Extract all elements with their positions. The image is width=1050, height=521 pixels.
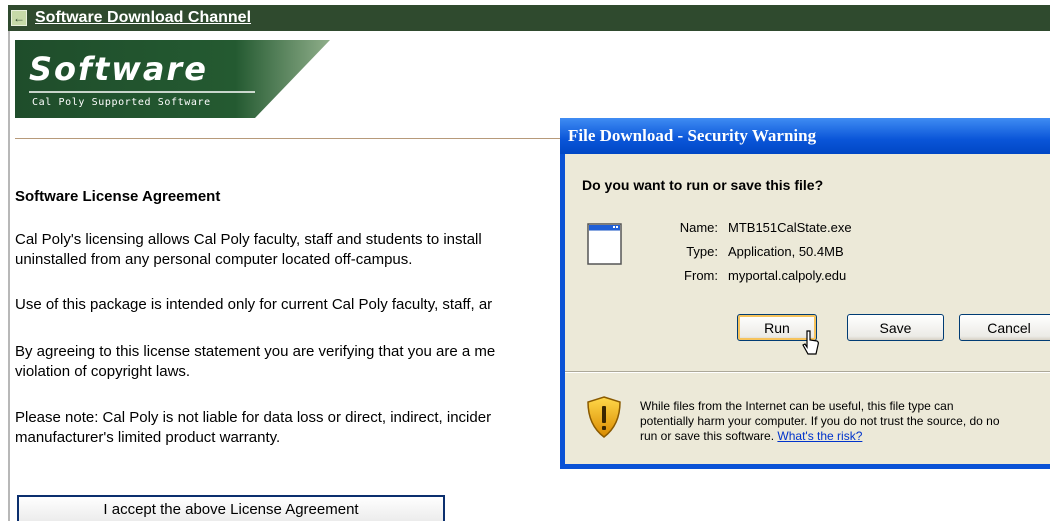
save-button[interactable]: Save [847, 314, 944, 341]
license-paragraph-3-line-2: violation of copyright laws. [15, 363, 191, 380]
license-paragraph-3-line-1: By agreeing to this license statement yo… [15, 343, 496, 360]
from-label: From: [684, 268, 718, 283]
accept-license-button[interactable]: I accept the above License Agreement [17, 495, 445, 521]
cancel-button[interactable]: Cancel [959, 314, 1050, 341]
license-paragraph-2: Use of this package is intended only for… [15, 296, 493, 313]
banner-subtitle: Cal Poly Supported Software [32, 97, 211, 108]
license-paragraph-4-line-2: manufacturer's limited product warranty. [15, 429, 281, 446]
license-paragraph-4-line-1: Please note: Cal Poly is not liable for … [15, 409, 492, 426]
license-paragraph-1: Cal Poly's licensing allows Cal Poly fac… [15, 230, 575, 270]
back-arrow-icon[interactable]: ← [11, 10, 27, 26]
software-banner: Software Cal Poly Supported Software [15, 40, 330, 118]
application-file-icon [587, 223, 622, 265]
channel-header: ← Software Download Channel [8, 5, 1050, 31]
warning-line-3: run or save this software. What's the ri… [640, 429, 1050, 444]
license-paragraph-1-line-1: Cal Poly's licensing allows Cal Poly fac… [15, 231, 482, 248]
warning-line-2: potentially harm your computer. If you d… [640, 414, 1000, 428]
left-border [8, 31, 10, 521]
type-value: Application, 50.4MB [728, 244, 844, 259]
name-label: Name: [679, 220, 718, 235]
security-shield-icon [587, 396, 621, 438]
whats-the-risk-link[interactable]: What's the risk? [777, 429, 862, 443]
warning-line-3-text: run or save this software. [640, 429, 775, 443]
dialog-title[interactable]: File Download - Security Warning [560, 118, 1050, 154]
license-heading: Software License Agreement [15, 188, 221, 205]
file-download-dialog: File Download - Security Warning Do you … [560, 118, 1050, 469]
pointer-cursor-icon [802, 330, 819, 355]
dialog-separator [565, 371, 1050, 373]
channel-title-link[interactable]: Software Download Channel [35, 9, 251, 27]
license-paragraph-1-line-2: uninstalled from any personal computer l… [15, 251, 413, 268]
license-paragraph-4: Please note: Cal Poly is not liable for … [15, 408, 575, 448]
dialog-question: Do you want to run or save this file? [582, 177, 824, 193]
banner-title: Software [29, 50, 208, 88]
warning-line-1: While files from the Internet can be use… [640, 399, 954, 413]
license-paragraph-3: By agreeing to this license statement yo… [15, 342, 575, 382]
dialog-body: Do you want to run or save this file? Na… [565, 154, 1050, 464]
name-value: MTB151CalState.exe [728, 220, 852, 235]
from-value: myportal.calpoly.edu [728, 268, 847, 283]
license-content: Software License Agreement Cal Poly's li… [15, 187, 575, 446]
type-label: Type: [686, 244, 718, 259]
security-warning-text: While files from the Internet can be use… [640, 399, 1050, 444]
